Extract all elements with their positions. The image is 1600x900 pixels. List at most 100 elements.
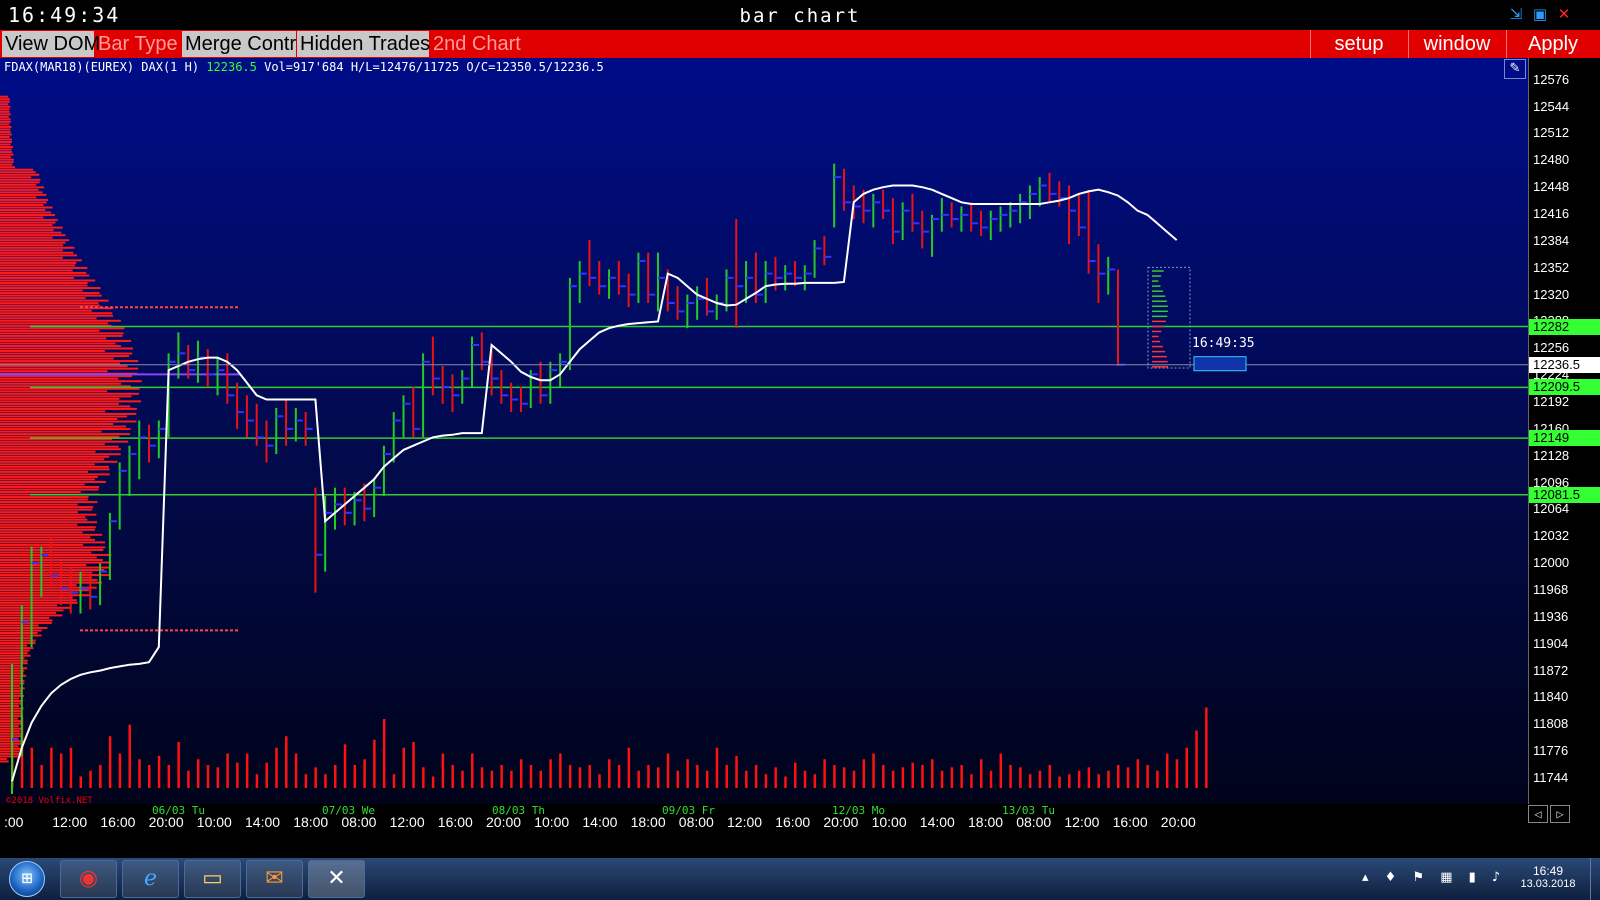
price-tick-label: 12192 [1533, 394, 1570, 410]
volume-profile-bar [0, 569, 105, 572]
volume-profile-bar [0, 425, 127, 428]
volume-profile-bar [0, 606, 72, 609]
merge-contr-button[interactable]: Merge Contr [182, 31, 296, 57]
volume-profile-bar [0, 133, 12, 136]
volume-profile-bar [0, 224, 53, 227]
volume-profile-bar [0, 692, 22, 695]
footprint-cell [1152, 285, 1161, 287]
volume-bar [422, 767, 425, 788]
outlook-icon[interactable]: ✉ [246, 860, 303, 898]
volume-profile-bar [0, 108, 10, 111]
volume-profile-bar [0, 551, 92, 554]
volume-profile-bar [0, 392, 139, 395]
volume-bar [118, 753, 122, 788]
bar-type-button[interactable]: Bar Type [95, 31, 181, 57]
volume-profile-bar [0, 297, 86, 300]
app-window: 16:49:34 bar chart ⇲ ▣ ✕ View DOM Bar Ty… [0, 0, 1600, 900]
view-dom-button[interactable]: View DOM [2, 31, 100, 57]
volume-profile-bar [0, 360, 139, 363]
volume-bar [686, 759, 689, 788]
hidden-trades-button[interactable]: Hidden Trades [297, 31, 430, 57]
volume-profile-bar [0, 664, 22, 667]
pencil-icon[interactable]: ✎ [1504, 59, 1526, 79]
show-desktop-button[interactable] [1590, 858, 1600, 900]
volume-profile-bar [0, 211, 52, 214]
volume-bar [666, 753, 670, 788]
close-icon[interactable]: ✕ [1555, 5, 1573, 23]
time-tick-label: 14:00 [919, 814, 955, 830]
volume-profile-bar [0, 231, 62, 234]
system-tray[interactable]: ▴ ♦ ⚑ ▦ ▮ ♪ [1362, 870, 1506, 885]
price-level-label[interactable]: 12282 [1529, 318, 1600, 335]
volume-profile-bar [0, 483, 85, 486]
maximize-icon[interactable]: ▣ [1531, 5, 1549, 23]
price-level-label[interactable]: 12209.5 [1529, 379, 1600, 396]
volume-profile-bar [0, 657, 25, 660]
taskbar-clock[interactable]: 16:49 13.03.2018 [1508, 864, 1588, 890]
volume-bar [353, 765, 357, 788]
folder-icon[interactable]: ▭ [184, 860, 241, 898]
volume-profile-bar [0, 365, 128, 368]
volume-bar [519, 759, 523, 788]
volume-profile-bar [0, 249, 63, 252]
volume-bar [578, 767, 582, 788]
internet-explorer-icon[interactable]: ℯ [122, 860, 179, 898]
title-bar: 16:49:34 bar chart ⇲ ▣ ✕ [0, 0, 1600, 30]
volume-bar [500, 765, 503, 788]
price-tick-label: 12320 [1533, 286, 1570, 302]
volume-profile-bar [0, 440, 129, 443]
volfix-icon[interactable]: ✕ [308, 860, 365, 898]
volume-profile-bar [0, 536, 91, 539]
footprint-cell [1152, 280, 1159, 282]
volume-bar [656, 767, 660, 788]
volume-profile-bar [0, 322, 109, 325]
time-tick-label: 12:00 [52, 814, 88, 830]
volume-profile-bar [0, 105, 11, 108]
volume-profile-bar [0, 445, 119, 448]
volume-profile-bar [0, 201, 47, 204]
volume-bar [304, 774, 308, 788]
volume-profile-bar [0, 158, 14, 161]
price-tick-label: 11744 [1533, 770, 1569, 786]
volume-profile-bar [0, 667, 28, 670]
chart-area[interactable]: FDAX(MAR18)(EUREX) DAX(1 H) 12236.5 Vol=… [0, 58, 1528, 804]
price-level-label[interactable]: 12149 [1529, 430, 1600, 447]
volume-bar [1077, 770, 1081, 788]
volume-bar [803, 770, 807, 788]
scroll-right-icon[interactable]: ▷ [1550, 805, 1570, 823]
chart-canvas[interactable] [0, 58, 1528, 804]
volume-profile-bar [0, 279, 96, 282]
apply-button[interactable]: Apply [1507, 31, 1599, 57]
volume-profile-bar [0, 642, 36, 645]
volume-profile-bar [0, 264, 75, 267]
volume-bar [794, 762, 797, 788]
volume-profile-bar [0, 412, 137, 415]
price-level-label[interactable]: 12081.5 [1529, 486, 1600, 503]
setup-button[interactable]: setup [1311, 31, 1407, 57]
second-chart-button[interactable]: 2nd Chart [430, 31, 526, 57]
volume-bar [970, 774, 973, 788]
time-axis[interactable]: ◁ ▷ :00 12:00 16:00 20:00 10:00 14:00 18:00 08:… [0, 804, 1600, 858]
volume-bar [1195, 730, 1198, 788]
chrome-icon[interactable]: ◉ [60, 860, 117, 898]
volume-bar [167, 765, 171, 788]
volume-profile-bar [0, 415, 128, 418]
window-button[interactable]: window [1409, 31, 1505, 57]
volume-profile-bar [0, 251, 74, 254]
volume-profile-bar [0, 677, 21, 680]
volume-profile-bar [0, 198, 49, 201]
volume-profile-bar [0, 178, 41, 181]
minimize-icon[interactable]: ⇲ [1507, 5, 1525, 23]
volume-profile-bar [0, 705, 20, 708]
price-tick-label: 12128 [1533, 447, 1570, 463]
volume-profile-bar [0, 123, 10, 126]
scroll-left-icon[interactable]: ◁ [1528, 805, 1548, 823]
start-button[interactable]: ⊞ [9, 861, 45, 897]
volume-bar [1156, 770, 1159, 788]
price-axis[interactable]: 12576 12544 12512 12480 12448 12416 12384 12352… [1528, 58, 1600, 804]
volume-profile-bar [0, 120, 11, 123]
volume-bar [872, 753, 875, 788]
volume-profile-bar [0, 171, 36, 174]
volume-bar [69, 747, 73, 788]
taskbar: ⊞ ◉ ℯ ▭ ✉ ✕ ▴ ♦ ⚑ ▦ ▮ ♪ 16:49 13.03.2018 [0, 858, 1600, 900]
